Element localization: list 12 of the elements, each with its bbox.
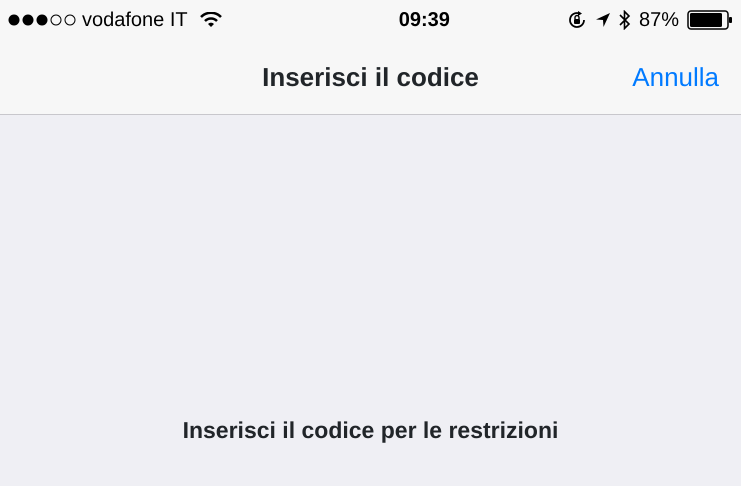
clock-time: 09:39 bbox=[398, 8, 450, 33]
rotation-lock-icon bbox=[566, 10, 587, 30]
battery-percentage: 87% bbox=[638, 8, 679, 33]
cancel-button[interactable]: Annulla bbox=[632, 58, 719, 96]
nav-title: Inserisci il codice bbox=[262, 60, 479, 94]
passcode-prompt: Inserisci il codice per le restrizioni bbox=[182, 416, 558, 445]
bluetooth-icon bbox=[618, 10, 631, 30]
battery-icon bbox=[687, 10, 733, 30]
wifi-icon bbox=[200, 12, 222, 28]
location-arrow-icon bbox=[594, 12, 611, 28]
carrier-name: vodafone IT bbox=[82, 8, 188, 33]
signal-icon bbox=[8, 14, 78, 26]
